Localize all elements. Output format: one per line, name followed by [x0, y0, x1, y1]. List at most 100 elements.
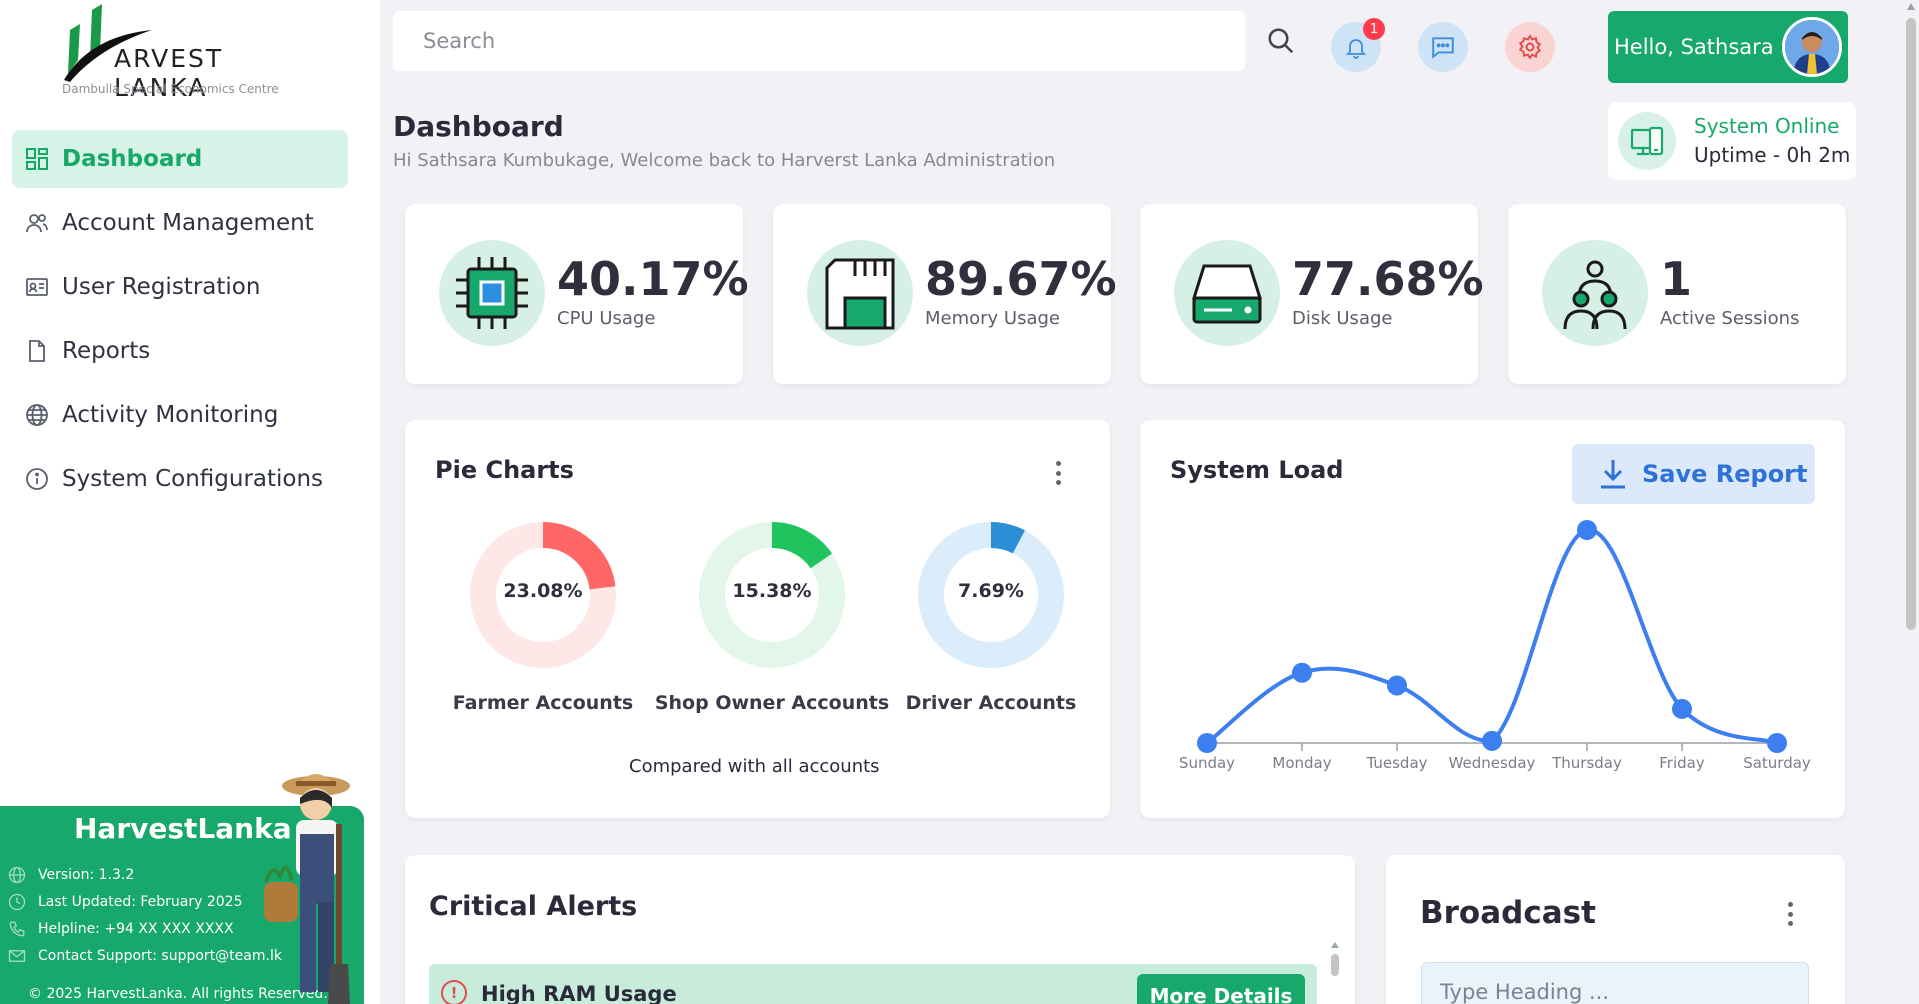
hard-drive-icon [1174, 240, 1280, 346]
memory-card-icon [807, 240, 913, 346]
driver-accounts-label: Driver Accounts [905, 692, 1077, 714]
driver-accounts-percent: 7.69% [958, 580, 1024, 602]
memory-usage-label: Memory Usage [925, 308, 1061, 329]
shop-owner-accounts-percent: 15.38% [732, 580, 812, 602]
version-row: Version: 1.3.2 [8, 866, 134, 884]
settings-button[interactable] [1505, 22, 1555, 72]
data-point [1197, 733, 1217, 753]
active-sessions-label: Active Sessions [1660, 308, 1800, 329]
broadcast-menu-button[interactable] [1783, 899, 1797, 929]
active-sessions-value: 1 [1660, 252, 1693, 306]
data-point [1577, 520, 1597, 540]
system-status-card: System Online Uptime - 0h 2m [1608, 102, 1856, 180]
critical-alerts-title: Critical Alerts [429, 891, 638, 922]
notification-badge: 1 [1363, 18, 1385, 40]
search-icon[interactable] [1266, 26, 1296, 56]
x-tick-label: Tuesday [1365, 754, 1427, 772]
mail-icon [8, 950, 26, 962]
globe-icon [8, 866, 26, 884]
sidebar-item-label: Dashboard [62, 146, 203, 172]
shop-owner-accounts-label: Shop Owner Accounts [654, 692, 890, 714]
data-point [1387, 675, 1407, 696]
sidebar-item-label: User Registration [62, 274, 261, 300]
broadcast-heading-input[interactable] [1421, 962, 1809, 1004]
chat-icon [1432, 37, 1454, 59]
memory-usage-value: 89.67% [925, 252, 1117, 306]
x-tick-label: Monday [1272, 754, 1331, 772]
notifications-button[interactable]: 1 [1331, 18, 1385, 72]
sidebar-item-system-configurations[interactable]: System Configurations [12, 450, 348, 508]
memory-usage-card: 89.67% Memory Usage [773, 204, 1117, 384]
x-tick-label: Wednesday [1449, 754, 1536, 772]
download-icon [1601, 460, 1625, 489]
disk-usage-value: 77.68% [1292, 252, 1484, 306]
page-title: Dashboard [393, 110, 564, 143]
donut-charts [470, 522, 1064, 668]
grid-icon [24, 146, 50, 172]
farmer-accounts-label: Farmer Accounts [452, 692, 634, 714]
sidebar-item-reports[interactable]: Reports [12, 322, 348, 380]
welcome-text: Hi Sathsara Kumbukage, Welcome back to H… [393, 150, 1056, 171]
data-point [1767, 733, 1787, 753]
broadcast-title: Broadcast [1420, 895, 1596, 931]
sidebar-item-label: Activity Monitoring [62, 402, 279, 428]
save-report-button[interactable]: Save Report [1572, 444, 1815, 504]
info-icon [24, 466, 50, 492]
messages-button[interactable] [1418, 22, 1468, 72]
data-point [1292, 662, 1312, 683]
phone-icon [9, 921, 25, 937]
sidebar-item-activity-monitoring[interactable]: Activity Monitoring [12, 386, 348, 444]
more-details-button[interactable]: More Details [1137, 974, 1305, 1004]
sidebar-item-label: System Configurations [62, 466, 324, 492]
active-sessions-card: 1 Active Sessions [1508, 204, 1846, 384]
system-status-text: System Online [1694, 114, 1840, 138]
disk-usage-card: 77.68% Disk Usage [1140, 204, 1484, 384]
bell-icon [1345, 39, 1367, 59]
donut-slice [990, 522, 1025, 554]
harvest-lanka-logo[interactable]: ARVEST LANKA Dambulla Special Economics … [62, 4, 322, 102]
alerts-scrollbar[interactable] [1330, 942, 1340, 978]
sidebar-item-account-management[interactable]: Account Management [12, 194, 348, 252]
save-report-label: Save Report [1642, 460, 1808, 488]
id-card-icon [24, 274, 50, 300]
farmer-illustration [264, 774, 350, 1004]
donut-slice [771, 522, 833, 569]
x-tick-label: Sunday [1179, 754, 1235, 772]
scroll-up-arrow-icon[interactable] [1906, 2, 1916, 12]
helpline-row: Helpline: +94 XX XXX XXXX [8, 920, 234, 938]
users-icon [24, 210, 50, 236]
data-point [1482, 730, 1502, 751]
cpu-usage-card: 40.17% CPU Usage [405, 204, 749, 384]
version-text: Version: 1.3.2 [38, 867, 135, 883]
sidebar-item-dashboard[interactable]: Dashboard [12, 130, 348, 188]
globe-icon [24, 402, 50, 428]
sidebar-nav: Dashboard Account Management User Regist… [12, 130, 348, 514]
document-icon [24, 338, 50, 364]
alert-title: High RAM Usage [481, 982, 677, 1004]
uptime-text: Uptime - 0h 2m [1694, 143, 1851, 167]
cpu-icon [439, 240, 545, 346]
logo-subtitle: Dambulla Special Economics Centre [62, 82, 279, 96]
cpu-usage-label: CPU Usage [557, 308, 656, 329]
x-tick-label: Saturday [1743, 754, 1811, 772]
user-menu[interactable]: Hello, Sathsara [1608, 11, 1848, 83]
pie-charts-caption: Compared with all accounts [629, 756, 880, 777]
alert-icon: ! [441, 980, 467, 1004]
sidebar-item-user-registration[interactable]: User Registration [12, 258, 348, 316]
clock-icon [8, 893, 26, 911]
page-scrollbar[interactable] [1906, 18, 1916, 630]
updated-text: Last Updated: February 2025 [38, 894, 243, 910]
helpline-text: Helpline: +94 XX XXX XXXX [38, 921, 234, 937]
devices-icon [1618, 112, 1676, 170]
alert-item: ! High RAM Usage More Details [429, 964, 1317, 1004]
updated-row: Last Updated: February 2025 [8, 893, 242, 911]
farmer-accounts-percent: 23.08% [503, 580, 583, 602]
x-tick-label: Thursday [1551, 754, 1622, 772]
pie-charts-panel: Pie Charts 23.08% 15.38% 7.69% Farmer Ac… [405, 420, 1110, 818]
x-tick-label: Friday [1659, 754, 1705, 772]
sidebar-item-label: Account Management [62, 210, 314, 236]
search-input[interactable] [393, 11, 1245, 71]
sidebar: ARVEST LANKA Dambulla Special Economics … [0, 0, 380, 1004]
avatar [1782, 17, 1842, 77]
gear-icon [1518, 34, 1542, 60]
